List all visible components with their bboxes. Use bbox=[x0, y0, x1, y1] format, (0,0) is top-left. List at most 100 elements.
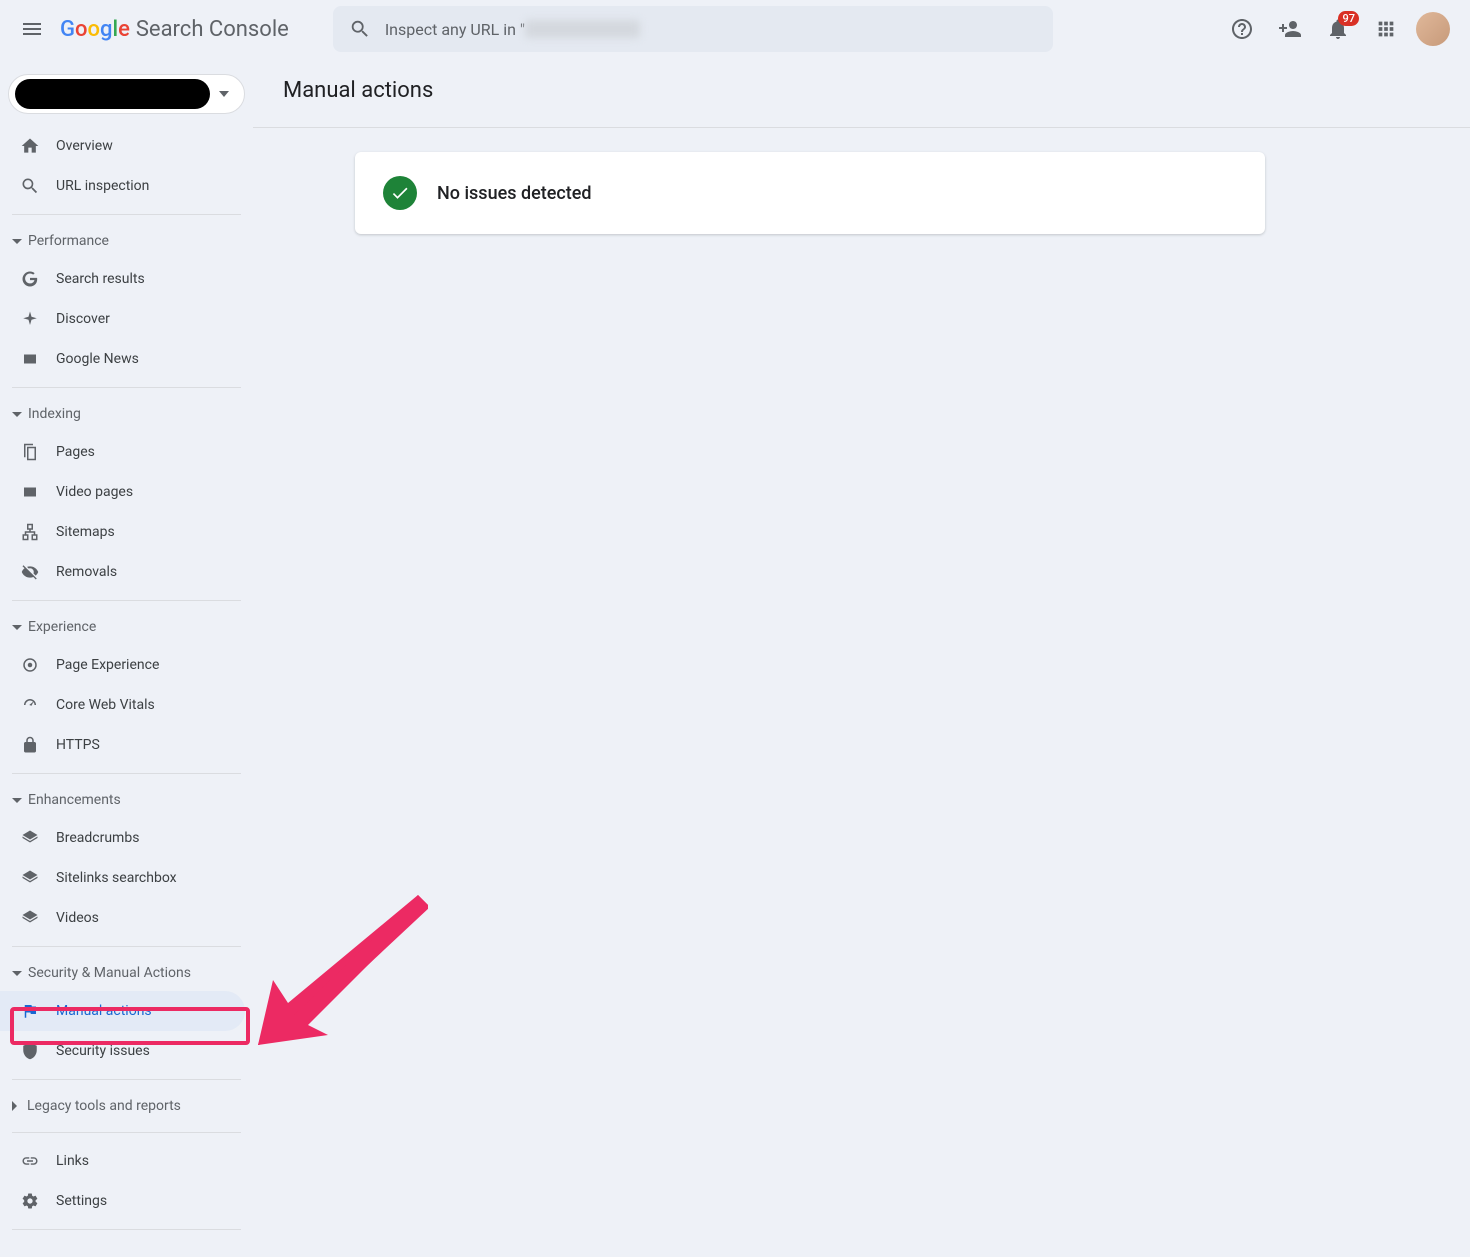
add-user-button[interactable] bbox=[1266, 5, 1314, 53]
sidebar-item-breadcrumbs[interactable]: Breadcrumbs bbox=[0, 818, 245, 858]
video-pages-icon bbox=[20, 482, 40, 502]
chevron-down-icon bbox=[12, 239, 22, 244]
layers-icon bbox=[20, 828, 40, 848]
sidebar-item-label: Search results bbox=[56, 271, 145, 287]
divider bbox=[12, 1132, 241, 1133]
sidebar-item-pages[interactable]: Pages bbox=[0, 432, 245, 472]
sidebar-item-label: Settings bbox=[56, 1193, 107, 1209]
sidebar-item-label: Video pages bbox=[56, 484, 133, 500]
page-title: Manual actions bbox=[253, 58, 1470, 127]
chevron-down-icon bbox=[12, 798, 22, 803]
google-logo-text: Google bbox=[60, 17, 130, 42]
divider bbox=[253, 127, 1470, 128]
sidebar-item-video-pages[interactable]: Video pages bbox=[0, 472, 245, 512]
help-button[interactable] bbox=[1218, 5, 1266, 53]
flag-icon bbox=[20, 1001, 40, 1021]
news-icon bbox=[20, 349, 40, 369]
sidebar-item-security-issues[interactable]: Security issues bbox=[0, 1031, 245, 1071]
layers-icon bbox=[20, 908, 40, 928]
sidebar-item-settings[interactable]: Settings bbox=[0, 1181, 245, 1221]
sidebar-item-links[interactable]: Links bbox=[0, 1141, 245, 1181]
sidebar-section-label: Experience bbox=[28, 619, 96, 635]
apps-grid-icon bbox=[1375, 18, 1397, 40]
search-icon bbox=[20, 176, 40, 196]
chevron-down-icon bbox=[12, 971, 22, 976]
sidebar-section-label: Indexing bbox=[28, 406, 81, 422]
sidebar-item-overview[interactable]: Overview bbox=[0, 126, 245, 166]
sidebar-section-enhancements[interactable]: Enhancements bbox=[0, 782, 253, 818]
lock-icon bbox=[20, 735, 40, 755]
url-inspect-input[interactable] bbox=[640, 20, 1037, 38]
url-inspect-search[interactable]: Inspect any URL in " bbox=[333, 6, 1053, 52]
sidebar-section-security[interactable]: Security & Manual Actions bbox=[0, 955, 253, 991]
sidebar-item-videos[interactable]: Videos bbox=[0, 898, 245, 938]
sidebar-item-label: Security issues bbox=[56, 1043, 150, 1059]
sidebar-item-label: Sitelinks searchbox bbox=[56, 870, 177, 886]
divider bbox=[12, 773, 241, 774]
sidebar-section-label: Legacy tools and reports bbox=[27, 1098, 181, 1114]
property-selector[interactable] bbox=[8, 74, 245, 114]
sidebar-item-core-web-vitals[interactable]: Core Web Vitals bbox=[0, 685, 245, 725]
speed-icon bbox=[20, 695, 40, 715]
sidebar-item-label: Manual actions bbox=[56, 1003, 152, 1019]
sidebar-item-google-news[interactable]: Google News bbox=[0, 339, 245, 379]
sidebar-item-label: Pages bbox=[56, 444, 95, 460]
main-menu-button[interactable] bbox=[8, 5, 56, 53]
home-icon bbox=[20, 136, 40, 156]
divider bbox=[12, 946, 241, 947]
sidebar-item-discover[interactable]: Discover bbox=[0, 299, 245, 339]
chevron-down-icon bbox=[210, 91, 238, 97]
divider bbox=[12, 1229, 241, 1230]
sidebar-item-label: Removals bbox=[56, 564, 117, 580]
sidebar-item-page-experience[interactable]: Page Experience bbox=[0, 645, 245, 685]
sidebar-item-label: Videos bbox=[56, 910, 99, 926]
account-avatar[interactable] bbox=[1416, 12, 1450, 46]
discover-icon bbox=[20, 309, 40, 329]
sidebar-item-label: HTTPS bbox=[56, 737, 100, 753]
sidebar-section-indexing[interactable]: Indexing bbox=[0, 396, 253, 432]
header-actions: 97 bbox=[1218, 5, 1462, 53]
sidebar-item-label: Breadcrumbs bbox=[56, 830, 139, 846]
search-icon bbox=[349, 18, 371, 40]
gear-icon bbox=[20, 1191, 40, 1211]
notifications-badge: 97 bbox=[1338, 11, 1359, 26]
chevron-right-icon bbox=[12, 1101, 17, 1111]
sidebar: Overview URL inspection Performance Sear… bbox=[0, 58, 253, 1238]
sidebar-item-manual-actions[interactable]: Manual actions bbox=[0, 991, 245, 1031]
status-message: No issues detected bbox=[437, 183, 592, 204]
main-content: Manual actions No issues detected bbox=[253, 58, 1470, 1238]
divider bbox=[12, 1079, 241, 1080]
help-icon bbox=[1230, 17, 1254, 41]
divider bbox=[12, 387, 241, 388]
search-placeholder-prefix: Inspect any URL in " bbox=[385, 20, 525, 39]
sidebar-item-sitelinks-searchbox[interactable]: Sitelinks searchbox bbox=[0, 858, 245, 898]
sidebar-item-label: Core Web Vitals bbox=[56, 697, 155, 713]
sitemap-icon bbox=[20, 522, 40, 542]
chevron-down-icon bbox=[12, 412, 22, 417]
layers-icon bbox=[20, 868, 40, 888]
sidebar-section-performance[interactable]: Performance bbox=[0, 223, 253, 259]
person-add-icon bbox=[1278, 17, 1302, 41]
sidebar-item-label: Discover bbox=[56, 311, 110, 327]
sidebar-item-removals[interactable]: Removals bbox=[0, 552, 245, 592]
visibility-off-icon bbox=[20, 562, 40, 582]
sidebar-item-label: Google News bbox=[56, 351, 139, 367]
app-header: Google Search Console Inspect any URL in… bbox=[0, 0, 1470, 58]
product-logo[interactable]: Google Search Console bbox=[56, 17, 293, 42]
sidebar-item-url-inspection[interactable]: URL inspection bbox=[0, 166, 245, 206]
divider bbox=[12, 600, 241, 601]
sidebar-item-https[interactable]: HTTPS bbox=[0, 725, 245, 765]
notifications-button[interactable]: 97 bbox=[1314, 5, 1362, 53]
sidebar-item-label: Links bbox=[56, 1153, 89, 1169]
google-g-icon bbox=[20, 269, 40, 289]
sidebar-item-label: Sitemaps bbox=[56, 524, 115, 540]
sidebar-item-search-results[interactable]: Search results bbox=[0, 259, 245, 299]
apps-button[interactable] bbox=[1362, 5, 1410, 53]
sidebar-item-sitemaps[interactable]: Sitemaps bbox=[0, 512, 245, 552]
sidebar-section-experience[interactable]: Experience bbox=[0, 609, 253, 645]
status-card: No issues detected bbox=[355, 152, 1265, 234]
success-check-icon bbox=[383, 176, 417, 210]
sidebar-section-legacy[interactable]: Legacy tools and reports bbox=[0, 1088, 253, 1124]
sidebar-item-label: Overview bbox=[56, 138, 113, 154]
sidebar-item-label: URL inspection bbox=[56, 178, 149, 194]
